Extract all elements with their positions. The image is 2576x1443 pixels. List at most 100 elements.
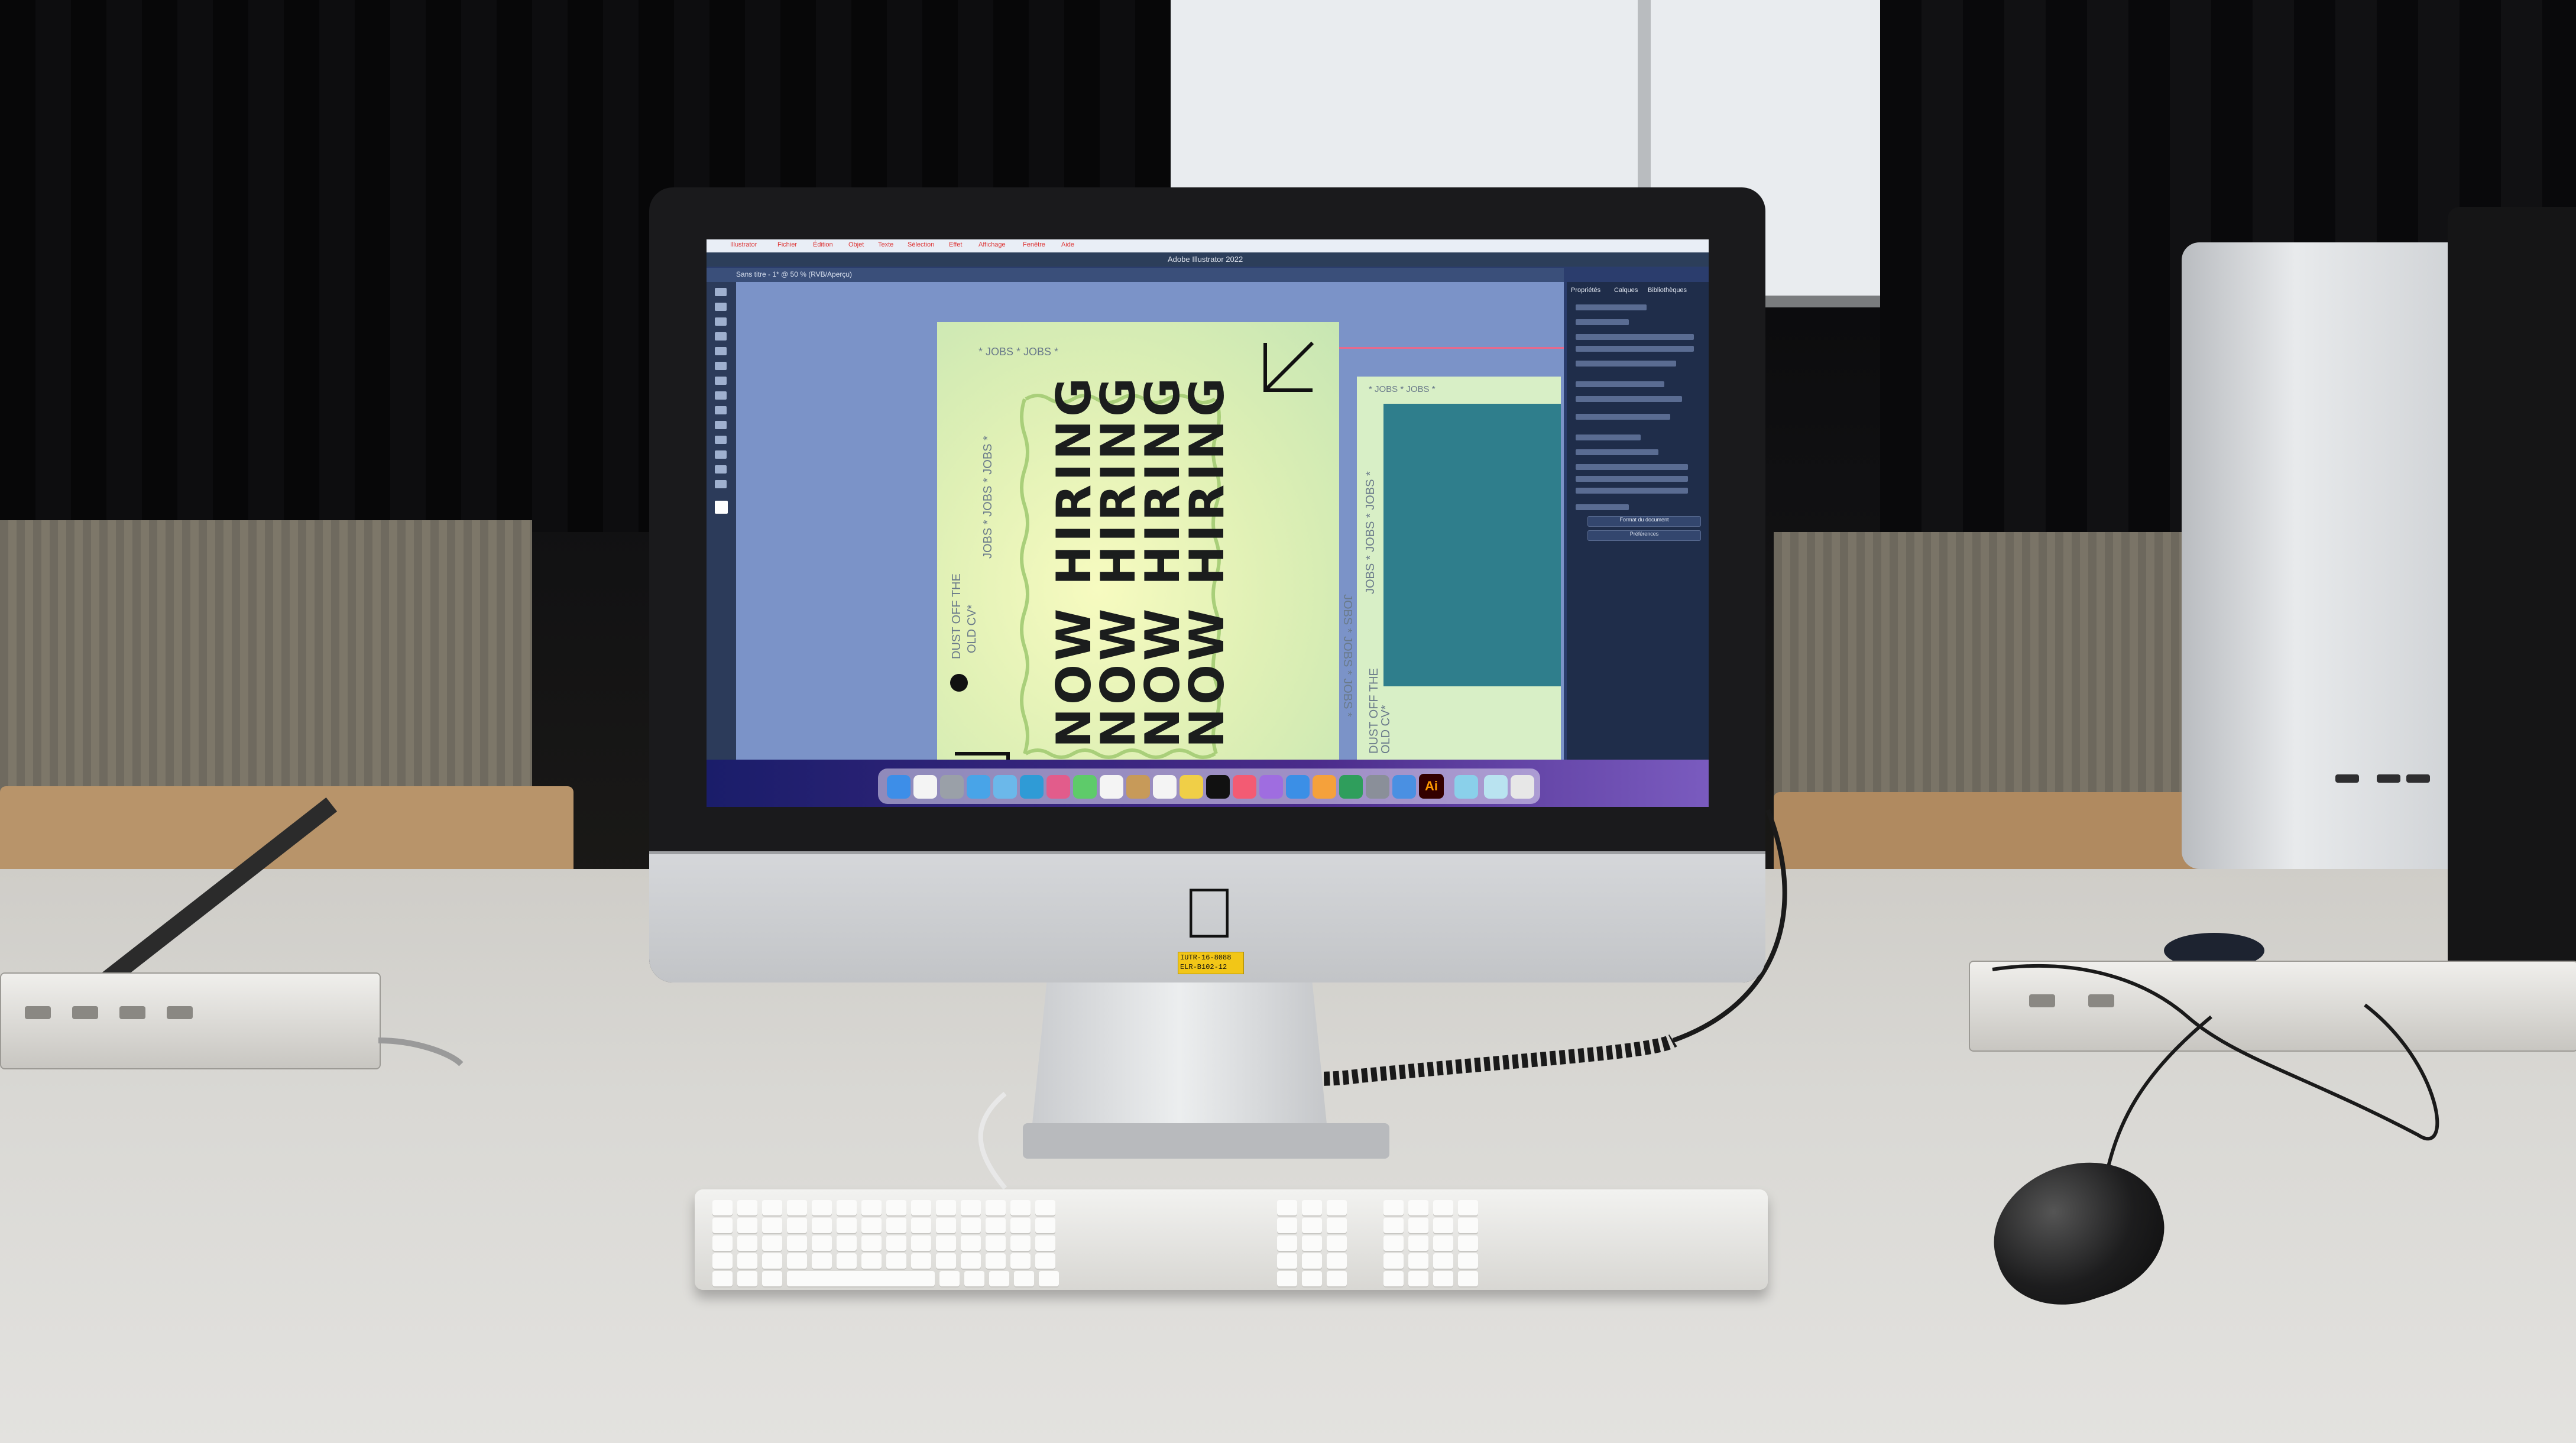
mail-icon[interactable] xyxy=(967,775,990,799)
key[interactable] xyxy=(737,1236,757,1251)
key[interactable] xyxy=(936,1253,956,1269)
key[interactable] xyxy=(812,1236,832,1251)
key[interactable] xyxy=(712,1271,733,1286)
key[interactable] xyxy=(1458,1218,1478,1233)
tab-layers[interactable]: Calques xyxy=(1614,287,1638,294)
key[interactable] xyxy=(1433,1236,1453,1251)
key[interactable] xyxy=(1458,1253,1478,1269)
key[interactable] xyxy=(1327,1271,1347,1286)
key[interactable] xyxy=(1408,1271,1428,1286)
illustrator-icon[interactable]: Ai xyxy=(1419,774,1444,799)
key[interactable] xyxy=(1327,1253,1347,1269)
key[interactable] xyxy=(762,1218,782,1233)
key[interactable] xyxy=(1433,1271,1453,1286)
folder-icon[interactable] xyxy=(1484,775,1508,799)
key[interactable] xyxy=(1408,1253,1428,1269)
key[interactable] xyxy=(1010,1200,1031,1215)
key[interactable] xyxy=(712,1253,733,1269)
key[interactable] xyxy=(1035,1200,1055,1215)
preferences-button[interactable]: Préférences xyxy=(1587,530,1701,541)
notes-icon[interactable] xyxy=(1180,775,1203,799)
trash-icon[interactable] xyxy=(1511,775,1534,799)
key[interactable] xyxy=(762,1253,782,1269)
music-icon[interactable] xyxy=(1233,775,1256,799)
contacts-icon[interactable] xyxy=(1126,775,1150,799)
key[interactable] xyxy=(1327,1236,1347,1251)
launchpad-icon[interactable] xyxy=(913,775,937,799)
key[interactable] xyxy=(961,1236,981,1251)
numbers-icon[interactable] xyxy=(1339,775,1363,799)
document-setup-button[interactable]: Format du document xyxy=(1587,516,1701,527)
key[interactable] xyxy=(712,1218,733,1233)
key[interactable] xyxy=(1302,1200,1322,1215)
system-preferences-icon[interactable] xyxy=(1366,775,1389,799)
key[interactable] xyxy=(812,1253,832,1269)
key[interactable] xyxy=(1433,1218,1453,1233)
key[interactable] xyxy=(787,1271,935,1286)
key[interactable] xyxy=(961,1200,981,1215)
key[interactable] xyxy=(911,1253,931,1269)
key[interactable] xyxy=(1277,1271,1297,1286)
key[interactable] xyxy=(939,1271,960,1286)
key[interactable] xyxy=(812,1200,832,1215)
key[interactable] xyxy=(1458,1271,1478,1286)
key[interactable] xyxy=(1014,1271,1034,1286)
key[interactable] xyxy=(1035,1218,1055,1233)
key[interactable] xyxy=(911,1218,931,1233)
key[interactable] xyxy=(787,1200,807,1215)
calendar-icon[interactable] xyxy=(1100,775,1123,799)
key[interactable] xyxy=(911,1200,931,1215)
key[interactable] xyxy=(1383,1253,1404,1269)
key[interactable] xyxy=(737,1200,757,1215)
key[interactable] xyxy=(986,1253,1006,1269)
key[interactable] xyxy=(837,1200,857,1215)
key[interactable] xyxy=(986,1236,1006,1251)
key[interactable] xyxy=(787,1218,807,1233)
downloads-icon[interactable] xyxy=(1454,775,1478,799)
key[interactable] xyxy=(1408,1236,1428,1251)
key[interactable] xyxy=(861,1236,882,1251)
facetime-icon[interactable] xyxy=(1073,775,1097,799)
key[interactable] xyxy=(1302,1218,1322,1233)
key[interactable] xyxy=(986,1218,1006,1233)
key[interactable] xyxy=(936,1236,956,1251)
key[interactable] xyxy=(1408,1218,1428,1233)
key[interactable] xyxy=(936,1200,956,1215)
key[interactable] xyxy=(737,1218,757,1233)
messages-icon[interactable] xyxy=(993,775,1017,799)
key[interactable] xyxy=(1302,1271,1322,1286)
key[interactable] xyxy=(961,1218,981,1233)
maps-icon[interactable] xyxy=(1020,775,1044,799)
key[interactable] xyxy=(1383,1218,1404,1233)
key[interactable] xyxy=(886,1200,906,1215)
photos-icon[interactable] xyxy=(1046,775,1070,799)
key[interactable] xyxy=(1302,1253,1322,1269)
key[interactable] xyxy=(1383,1200,1404,1215)
tv-icon[interactable] xyxy=(1206,775,1230,799)
key[interactable] xyxy=(1035,1253,1055,1269)
key[interactable] xyxy=(1039,1271,1059,1286)
key[interactable] xyxy=(1010,1218,1031,1233)
key[interactable] xyxy=(837,1218,857,1233)
key[interactable] xyxy=(1302,1236,1322,1251)
key[interactable] xyxy=(1010,1236,1031,1251)
podcasts-icon[interactable] xyxy=(1259,775,1283,799)
key[interactable] xyxy=(837,1236,857,1251)
key[interactable] xyxy=(1277,1236,1297,1251)
reminders-icon[interactable] xyxy=(1153,775,1177,799)
key[interactable] xyxy=(964,1271,984,1286)
key[interactable] xyxy=(1010,1253,1031,1269)
pages-icon[interactable] xyxy=(1313,775,1336,799)
keynote-icon[interactable] xyxy=(1392,775,1416,799)
key[interactable] xyxy=(762,1271,782,1286)
key[interactable] xyxy=(1458,1200,1478,1215)
key[interactable] xyxy=(837,1253,857,1269)
key[interactable] xyxy=(986,1200,1006,1215)
key[interactable] xyxy=(1433,1253,1453,1269)
tab-properties[interactable]: Propriétés xyxy=(1571,287,1600,294)
key[interactable] xyxy=(886,1253,906,1269)
key[interactable] xyxy=(762,1200,782,1215)
key[interactable] xyxy=(1433,1200,1453,1215)
key[interactable] xyxy=(861,1253,882,1269)
key[interactable] xyxy=(1383,1236,1404,1251)
